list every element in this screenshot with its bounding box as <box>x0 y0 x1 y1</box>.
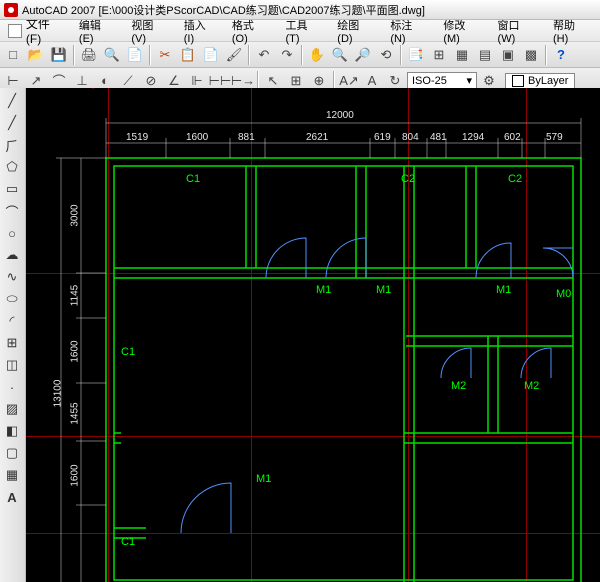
dim-v3000: 3000 <box>70 204 81 226</box>
help-button[interactable]: ? <box>550 44 572 66</box>
menu-view[interactable]: 视图(V) <box>123 17 175 45</box>
file-path: [E:\000设计类PScorCAD\CAD练习题\CAD2007练习题\平面图… <box>98 5 424 17</box>
dim-v1455: 1455 <box>70 402 81 424</box>
qcalc-button[interactable]: ▩ <box>520 44 542 66</box>
title-bar: AutoCAD 2007 [E:\000设计类PScorCAD\CAD练习题\C… <box>0 0 600 20</box>
menu-tools[interactable]: 工具(T) <box>278 17 330 45</box>
label-c2b: C2 <box>508 173 522 185</box>
copy-button[interactable]: 📋 <box>177 44 199 66</box>
line-button[interactable]: ╱ <box>0 90 24 112</box>
open-button[interactable]: 📂 <box>25 44 47 66</box>
arc-button[interactable]: ⌒ <box>0 200 24 222</box>
revcloud-button[interactable]: ☁ <box>0 244 24 266</box>
markup-button[interactable]: ▣ <box>497 44 519 66</box>
zoom-window-button[interactable]: 🔎 <box>352 44 374 66</box>
workspace: ╱ ╱ ⺁ ⬠ ▭ ⌒ ○ ☁ ∿ ⬭ ◜ ⊞ ◫ · ▨ ◧ ▢ ▦ A <box>0 88 600 582</box>
redo-button[interactable]: ↷ <box>276 44 298 66</box>
table-button[interactable]: ▦ <box>0 464 24 486</box>
label-m1c: M1 <box>496 284 511 296</box>
dim-481: 481 <box>430 132 447 143</box>
label-c2a: C2 <box>401 173 415 185</box>
title-text: AutoCAD 2007 [E:\000设计类PScorCAD\CAD练习题\C… <box>22 2 425 18</box>
dim-1294: 1294 <box>462 132 484 143</box>
ellipse-button[interactable]: ⬭ <box>0 288 24 310</box>
rectangle-button[interactable]: ▭ <box>0 178 24 200</box>
menu-modify[interactable]: 修改(M) <box>435 17 489 45</box>
color-control[interactable]: ByLayer <box>505 73 575 89</box>
drawing-canvas[interactable]: 12000 1519 1600 881 2621 619 804 481 129… <box>26 88 600 582</box>
menu-format[interactable]: 格式(O) <box>224 17 278 45</box>
label-c1b: C1 <box>121 346 135 358</box>
menu-insert[interactable]: 插入(I) <box>176 17 224 45</box>
label-m1d: M1 <box>256 473 271 485</box>
dim-579: 579 <box>546 132 563 143</box>
paste-button[interactable]: 📄 <box>200 44 222 66</box>
menu-window[interactable]: 窗口(W) <box>490 17 545 45</box>
menu-help[interactable]: 帮助(H) <box>545 17 598 45</box>
point-button[interactable]: · <box>0 376 24 398</box>
xline-button[interactable]: ╱ <box>0 112 24 134</box>
dim-804: 804 <box>402 132 419 143</box>
preview-button[interactable]: 🔍 <box>101 44 123 66</box>
print-button[interactable]: 🖨 <box>78 44 100 66</box>
pan-button[interactable]: ✋ <box>306 44 328 66</box>
color-swatch <box>512 75 524 87</box>
app-icon <box>4 3 18 17</box>
label-m1b: M1 <box>376 284 391 296</box>
undo-button[interactable]: ↶ <box>253 44 275 66</box>
dim-1600a: 1600 <box>186 132 208 143</box>
polyline-button[interactable]: ⺁ <box>0 134 24 156</box>
dim-1519: 1519 <box>126 132 148 143</box>
circle-button[interactable]: ○ <box>0 222 24 244</box>
color-value: ByLayer <box>528 75 568 87</box>
app-name: AutoCAD 2007 <box>22 5 95 17</box>
dim-v1600b: 1600 <box>70 464 81 486</box>
dim-overall-height: 13100 <box>52 380 63 408</box>
spline-button[interactable]: ∿ <box>0 266 24 288</box>
dim-2621: 2621 <box>306 132 328 143</box>
menu-bar: 文件(F) 编辑(E) 视图(V) 插入(I) 格式(O) 工具(T) 绘图(D… <box>0 20 600 42</box>
hatch-button[interactable]: ▨ <box>0 398 24 420</box>
dim-style-value: ISO-25 <box>412 75 447 87</box>
dim-602: 602 <box>504 132 521 143</box>
zoom-realtime-button[interactable]: 🔍 <box>329 44 351 66</box>
insert-block-button[interactable]: ⊞ <box>0 332 24 354</box>
label-m1a: M1 <box>316 284 331 296</box>
floorplan-svg <box>26 88 600 582</box>
save-button[interactable]: 💾 <box>48 44 70 66</box>
menu-edit[interactable]: 编辑(E) <box>71 17 123 45</box>
dim-style-select[interactable]: ISO-25 ▾ <box>407 72 477 89</box>
label-c1a: C1 <box>186 173 200 185</box>
menu-dim[interactable]: 标注(N) <box>382 17 435 45</box>
polygon-button[interactable]: ⬠ <box>0 156 24 178</box>
label-m2a: M2 <box>451 380 466 392</box>
cut-button[interactable]: ✂ <box>154 44 176 66</box>
design-center-button[interactable]: ⊞ <box>428 44 450 66</box>
properties-button[interactable]: 📑 <box>405 44 427 66</box>
publish-button[interactable]: 📄 <box>124 44 146 66</box>
label-m0: M0 <box>556 288 571 300</box>
make-block-button[interactable]: ◫ <box>0 354 24 376</box>
mtext-button[interactable]: A <box>0 486 24 508</box>
label-c1c: C1 <box>121 536 135 548</box>
chevron-down-icon: ▾ <box>466 74 472 87</box>
dim-881: 881 <box>238 132 255 143</box>
ellipse-arc-button[interactable]: ◜ <box>0 310 24 332</box>
sheet-set-button[interactable]: ▤ <box>474 44 496 66</box>
zoom-previous-button[interactable]: ⟲ <box>375 44 397 66</box>
menu-draw[interactable]: 绘图(D) <box>329 17 382 45</box>
tool-palettes-button[interactable]: ▦ <box>451 44 473 66</box>
gradient-button[interactable]: ◧ <box>0 420 24 442</box>
file-icon <box>8 24 22 38</box>
region-button[interactable]: ▢ <box>0 442 24 464</box>
toolbar-draw: ╱ ╱ ⺁ ⬠ ▭ ⌒ ○ ☁ ∿ ⬭ ◜ ⊞ ◫ · ▨ ◧ ▢ ▦ A <box>0 88 26 582</box>
dim-v1145: 1145 <box>69 285 80 307</box>
dim-overall-width: 12000 <box>326 110 354 121</box>
new-file-button[interactable]: □ <box>2 44 24 66</box>
label-m2b: M2 <box>524 380 539 392</box>
match-properties-button[interactable]: 🖌 <box>223 44 245 66</box>
dim-619: 619 <box>374 132 391 143</box>
toolbar-standard: □ 📂 💾 🖨 🔍 📄 ✂ 📋 📄 🖌 ↶ ↷ ✋ 🔍 🔎 ⟲ 📑 ⊞ ▦ ▤ … <box>0 42 600 68</box>
dim-v1600a: 1600 <box>70 340 81 362</box>
